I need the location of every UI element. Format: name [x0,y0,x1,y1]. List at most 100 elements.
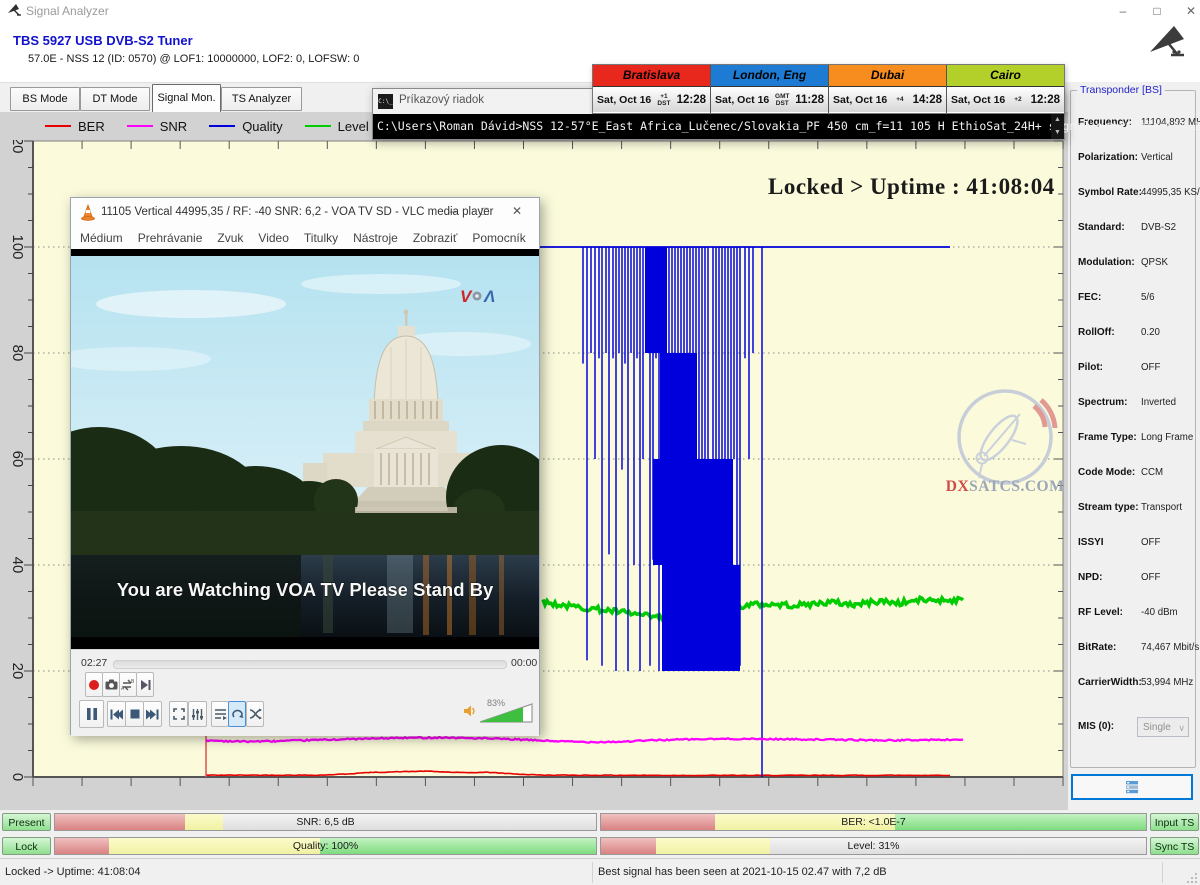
clock-date: Sat, Oct 16 [597,94,651,106]
clock-time: 11:28 [795,94,824,106]
svg-text:Λ: Λ [483,287,495,306]
resize-grip[interactable] [1186,872,1198,884]
transponder-value: 53,994 MHz [1141,677,1193,688]
transponder-row-modulation: Modulation:QPSK [1071,257,1195,271]
clock-tz-offset: +1 [651,93,676,100]
fullscreen-button[interactable] [169,701,188,727]
mis-label: MIS (0): [1078,721,1114,732]
app-satellite-icon [7,3,22,19]
clock-body-cairo: Sat, Oct 16+212:28 [947,87,1064,112]
transponder-row-pilot: Pilot:OFF [1071,362,1195,376]
toolbar-button-dt-mode[interactable]: DT Mode [80,87,150,111]
vlc-menu-m-dium[interactable]: Médium [80,231,123,245]
volume-slider[interactable] [479,702,534,724]
transponder-row-polarization: Polarization:Vertical [1071,152,1195,166]
clock-time: 12:28 [1031,94,1060,106]
clock-tz-dst: DST [651,100,676,107]
transponder-value: 74,467 Mbit/s [1141,642,1199,653]
pause-button[interactable] [79,700,104,728]
snr-bar: SNR: 6,5 dB [54,813,597,831]
mis-dropdown[interactable]: Single ∨ [1137,717,1189,737]
transponder-label: Symbol Rate: [1078,187,1142,198]
scroll-up-icon[interactable]: ▲ [1051,114,1064,126]
next-button[interactable] [143,701,162,727]
transponder-value: QPSK [1141,257,1168,268]
scroll-down-icon[interactable]: ▼ [1051,127,1064,139]
cmd-window-title: Príkazový riadok [399,94,484,106]
toolbar-button-signal-mon[interactable]: Signal Mon. [152,84,221,113]
vlc-close-button[interactable]: ✕ [503,204,531,218]
legend-item-level: Level [305,119,369,134]
vlc-menu-n-stroje[interactable]: Nástroje [353,231,398,245]
vlc-window-title: 11105 Vertical 44995,35 / RF: -40 SNR: 6… [101,206,493,218]
vlc-title-bar[interactable]: 11105 Vertical 44995,35 / RF: -40 SNR: 6… [71,198,539,227]
vlc-minimize-button[interactable]: – [439,204,467,218]
clock-tz-dst: DST [769,100,795,107]
cmd-scrollbar[interactable]: ▲ ▼ [1051,114,1064,139]
minimize-button[interactable]: – [1108,2,1138,20]
transponder-label: Pilot: [1078,362,1103,373]
ab-loop-button[interactable]: AB [119,672,137,697]
equalizer-icon [191,708,204,721]
ab-loop-icon: AB [121,679,135,691]
legend-label-snr: SNR [160,119,187,134]
transponder-value: OFF [1141,537,1160,548]
bar-snr-label: SNR: 6,5 dB [55,814,596,830]
snapshot-button[interactable] [102,672,120,697]
clock-timezone: +4 [887,96,912,103]
toolbar-button-bs-mode[interactable]: BS Mode [10,87,80,111]
sync-ts-indicator: Sync TS [1150,837,1199,855]
transponder-row-bitrate: BitRate:74,467 Mbit/s [1071,642,1195,656]
shuffle-icon [249,708,262,720]
transponder-row-issyi: ISSYIOFF [1071,537,1195,551]
close-button[interactable]: ✕ [1176,2,1200,20]
equalizer-button[interactable] [188,701,207,727]
transponder-value: 44995,35 KS/s [1141,187,1200,198]
bar-level-label: Level: 31% [601,838,1146,854]
chevron-down-icon: ∨ [1178,718,1185,738]
vlc-maximize-button[interactable]: □ [471,204,499,218]
quality-dropout-block [660,353,697,459]
previous-button[interactable] [107,701,126,727]
frame-step-button[interactable] [136,672,154,697]
vlc-menu-titulky[interactable]: Titulky [304,231,338,245]
vlc-menu-prehr-vanie[interactable]: Prehrávanie [138,231,203,245]
transport-stream-button[interactable] [1071,774,1193,800]
transponder-value: Long Frame [1141,432,1193,443]
window-title: Signal Analyzer [26,4,109,18]
loop-icon [231,708,244,720]
cmd-console[interactable]: C:\Users\Roman Dávid>NSS 12-57°E_East Af… [373,114,1064,139]
vlc-cone-icon [80,204,96,221]
transponder-panel: Transponder [BS] Frequency:11104,893 MHz… [1063,82,1200,810]
y-tick-label-40: 40 [9,557,26,574]
level-bar: Level: 31% [600,837,1147,855]
shuffle-button[interactable] [246,701,264,727]
record-button[interactable] [85,672,103,697]
world-clock-widget: BratislavaSat, Oct 16+1DST12:28London, E… [592,64,1065,114]
seek-bar[interactable] [113,660,507,669]
vlc-video-frame[interactable]: V Λ [71,249,539,649]
vlc-menu-video[interactable]: Video [258,231,288,245]
y-tick-label-60: 60 [9,451,26,468]
transponder-row-standard: Standard:DVB-S2 [1071,222,1195,236]
stop-icon [130,709,140,719]
y-tick-label-0: 0 [9,773,26,781]
y-tick-label-100: 100 [9,234,26,259]
speaker-icon[interactable] [463,704,477,718]
quality-dropout-block [645,247,667,353]
clock-city-london-eng: London, Eng [711,65,828,87]
transponder-label: FEC: [1078,292,1101,303]
input-ts-indicator: Input TS [1150,813,1199,831]
loop-button[interactable] [228,701,246,727]
playlist-button[interactable] [211,701,229,727]
stop-button[interactable] [125,701,144,727]
transponder-label: Frame Type: [1078,432,1137,443]
vlc-menu-pomocn-k[interactable]: Pomocník [472,231,525,245]
lock-uptime-annotation: Locked > Uptime : 41:08:04 [768,174,1055,200]
toolbar-button-ts-analyzer-ok[interactable]: TS Analyzer (OK) [221,87,302,111]
vlc-menu-zobrazi[interactable]: Zobraziť [413,231,458,245]
mis-value: Single [1143,722,1171,733]
transponder-row-fec: FEC:5/6 [1071,292,1195,306]
vlc-menu-zvuk[interactable]: Zvuk [217,231,243,245]
maximize-button[interactable]: □ [1142,2,1172,20]
